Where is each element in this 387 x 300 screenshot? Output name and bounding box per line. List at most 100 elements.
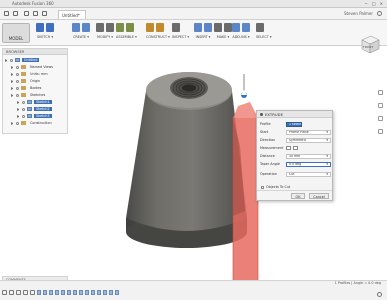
ribbon-group-label[interactable]: SELECT ▾ xyxy=(256,35,272,39)
timeline-feature[interactable] xyxy=(115,290,119,295)
dropdown-arrow-icon[interactable]: ▾ xyxy=(326,173,328,176)
maximize-button[interactable]: □ xyxy=(372,1,376,6)
timeline-feature[interactable] xyxy=(97,290,101,295)
measure-mode-icon[interactable] xyxy=(286,146,291,150)
expand-icon[interactable] xyxy=(11,79,14,83)
option-value[interactable]: Profile Plane ▾ xyxy=(286,129,331,135)
timeline-forward-icon[interactable] xyxy=(23,290,28,295)
ribbon-group-label[interactable]: CREATE ▾ xyxy=(72,35,90,39)
ribbon-group-label[interactable]: SKETCH ▾ xyxy=(36,35,54,39)
browser-item[interactable]: Untitled xyxy=(5,57,40,63)
ribbon-group-label[interactable]: INSPECT ▾ xyxy=(172,35,189,39)
timeline-back-icon[interactable] xyxy=(9,290,14,295)
ribbon-group[interactable]: SKETCH ▾ xyxy=(36,23,54,45)
dropdown-arrow-icon[interactable]: ▾ xyxy=(326,131,328,134)
ribbon-group-label[interactable]: INSERT ▾ xyxy=(194,35,212,39)
expand-icon[interactable] xyxy=(11,86,14,90)
timeline-feature[interactable] xyxy=(55,290,59,295)
tool-icon[interactable] xyxy=(232,23,240,32)
workspace-mode-button[interactable]: MODEL xyxy=(2,23,30,43)
ribbon-group[interactable]: CREATE ▾ xyxy=(72,23,90,45)
visibility-icon[interactable] xyxy=(16,72,19,76)
tool-icon[interactable] xyxy=(96,23,104,32)
expand-icon[interactable] xyxy=(17,100,20,104)
expand-icon[interactable] xyxy=(5,58,8,62)
visibility-icon[interactable] xyxy=(16,93,19,97)
ribbon-group[interactable]: MODIFY ▾ xyxy=(96,23,114,45)
ribbon-group[interactable]: SELECT ▾ xyxy=(256,23,272,45)
extrude-dialog-header[interactable]: EXTRUDE xyxy=(257,111,332,118)
expand-icon[interactable] xyxy=(11,72,14,76)
minimize-button[interactable]: − xyxy=(365,1,368,6)
tool-icon[interactable] xyxy=(242,23,250,32)
user-name[interactable]: Steven Palmer xyxy=(344,11,373,16)
ribbon-group-label[interactable]: ADD-INS ▾ xyxy=(232,35,250,39)
ribbon-group[interactable]: MAKE ▾ xyxy=(214,23,232,45)
ribbon-group[interactable]: INSPECT ▾ xyxy=(172,23,189,45)
close-button[interactable]: × xyxy=(380,1,383,6)
visibility-icon[interactable] xyxy=(10,58,13,62)
timeline-feature[interactable] xyxy=(43,290,47,295)
browser-item[interactable]: Sketches xyxy=(11,92,47,98)
timeline-feature[interactable] xyxy=(85,290,89,295)
timeline-feature[interactable] xyxy=(91,290,95,295)
expand-icon[interactable] xyxy=(17,114,20,118)
option-value[interactable]: 30 mm ▾ xyxy=(286,153,331,159)
tool-icon[interactable] xyxy=(106,23,114,32)
ribbon-group[interactable]: ADD-INS ▾ xyxy=(232,23,250,45)
browser-item[interactable]: Origin xyxy=(11,78,42,84)
tool-icon[interactable] xyxy=(146,23,154,32)
tool-icon[interactable] xyxy=(156,23,164,32)
visibility-icon[interactable] xyxy=(22,114,25,118)
timeline-settings-icon[interactable] xyxy=(377,292,382,297)
browser-item[interactable]: Sketch3 xyxy=(17,113,52,119)
visibility-icon[interactable] xyxy=(16,121,19,125)
redo-icon[interactable] xyxy=(42,11,47,16)
look-at-icon[interactable] xyxy=(378,103,383,108)
expand-icon[interactable] xyxy=(17,107,20,111)
expand-icon[interactable] xyxy=(11,121,14,125)
ribbon-group-label[interactable]: MODIFY ▾ xyxy=(96,35,114,39)
tool-icon[interactable] xyxy=(172,23,180,32)
zoom-icon[interactable] xyxy=(378,129,383,134)
collapse-icon[interactable] xyxy=(260,112,263,116)
ribbon-group-label[interactable]: MAKE ▾ xyxy=(214,35,232,39)
tool-icon[interactable] xyxy=(126,23,134,32)
visibility-icon[interactable] xyxy=(22,107,25,111)
timeline-feature[interactable] xyxy=(73,290,77,295)
timeline-feature[interactable] xyxy=(103,290,107,295)
tool-icon[interactable] xyxy=(72,23,80,32)
tool-icon[interactable] xyxy=(36,23,44,32)
view-cube[interactable]: FRONT xyxy=(358,33,380,56)
orbit-icon[interactable] xyxy=(378,90,383,95)
timeline-play-icon[interactable] xyxy=(16,290,21,295)
cone-body[interactable] xyxy=(126,91,247,231)
objects-to-cut-row[interactable]: Objects To Cut xyxy=(261,185,290,189)
pan-icon[interactable] xyxy=(378,116,383,121)
undo-icon[interactable] xyxy=(33,11,38,16)
browser-item[interactable]: Sketch2 xyxy=(17,106,52,112)
timeline-start-icon[interactable] xyxy=(2,290,7,295)
browser-item[interactable]: Bodies xyxy=(11,85,43,91)
view-cube-icon[interactable]: FRONT xyxy=(358,33,380,55)
timeline-feature[interactable] xyxy=(61,290,65,295)
ribbon-group[interactable]: CONSTRUCT ▾ xyxy=(146,23,170,45)
browser-item[interactable]: Sketch1 xyxy=(17,99,52,105)
option-value[interactable]: 0.0 deg ▾ xyxy=(286,161,331,167)
option-value[interactable]: 1 selected xyxy=(286,121,302,127)
visibility-icon[interactable] xyxy=(16,79,19,83)
dropdown-arrow-icon[interactable]: ▾ xyxy=(326,155,328,158)
cancel-button[interactable]: Cancel xyxy=(309,193,329,199)
tool-icon[interactable] xyxy=(256,23,264,32)
ribbon-group[interactable]: ASSEMBLE ▾ xyxy=(116,23,137,45)
document-tab[interactable]: Untitled* xyxy=(58,10,86,19)
browser-item[interactable]: Units: mm xyxy=(11,71,50,77)
ok-button[interactable]: OK xyxy=(291,193,305,199)
timeline-feature[interactable] xyxy=(67,290,71,295)
timeline-feature[interactable] xyxy=(37,290,41,295)
ribbon-group[interactable]: INSERT ▾ xyxy=(194,23,212,45)
timeline-feature[interactable] xyxy=(109,290,113,295)
tool-icon[interactable] xyxy=(194,23,202,32)
ribbon-group-label[interactable]: ASSEMBLE ▾ xyxy=(116,35,137,39)
timeline-feature[interactable] xyxy=(49,290,53,295)
